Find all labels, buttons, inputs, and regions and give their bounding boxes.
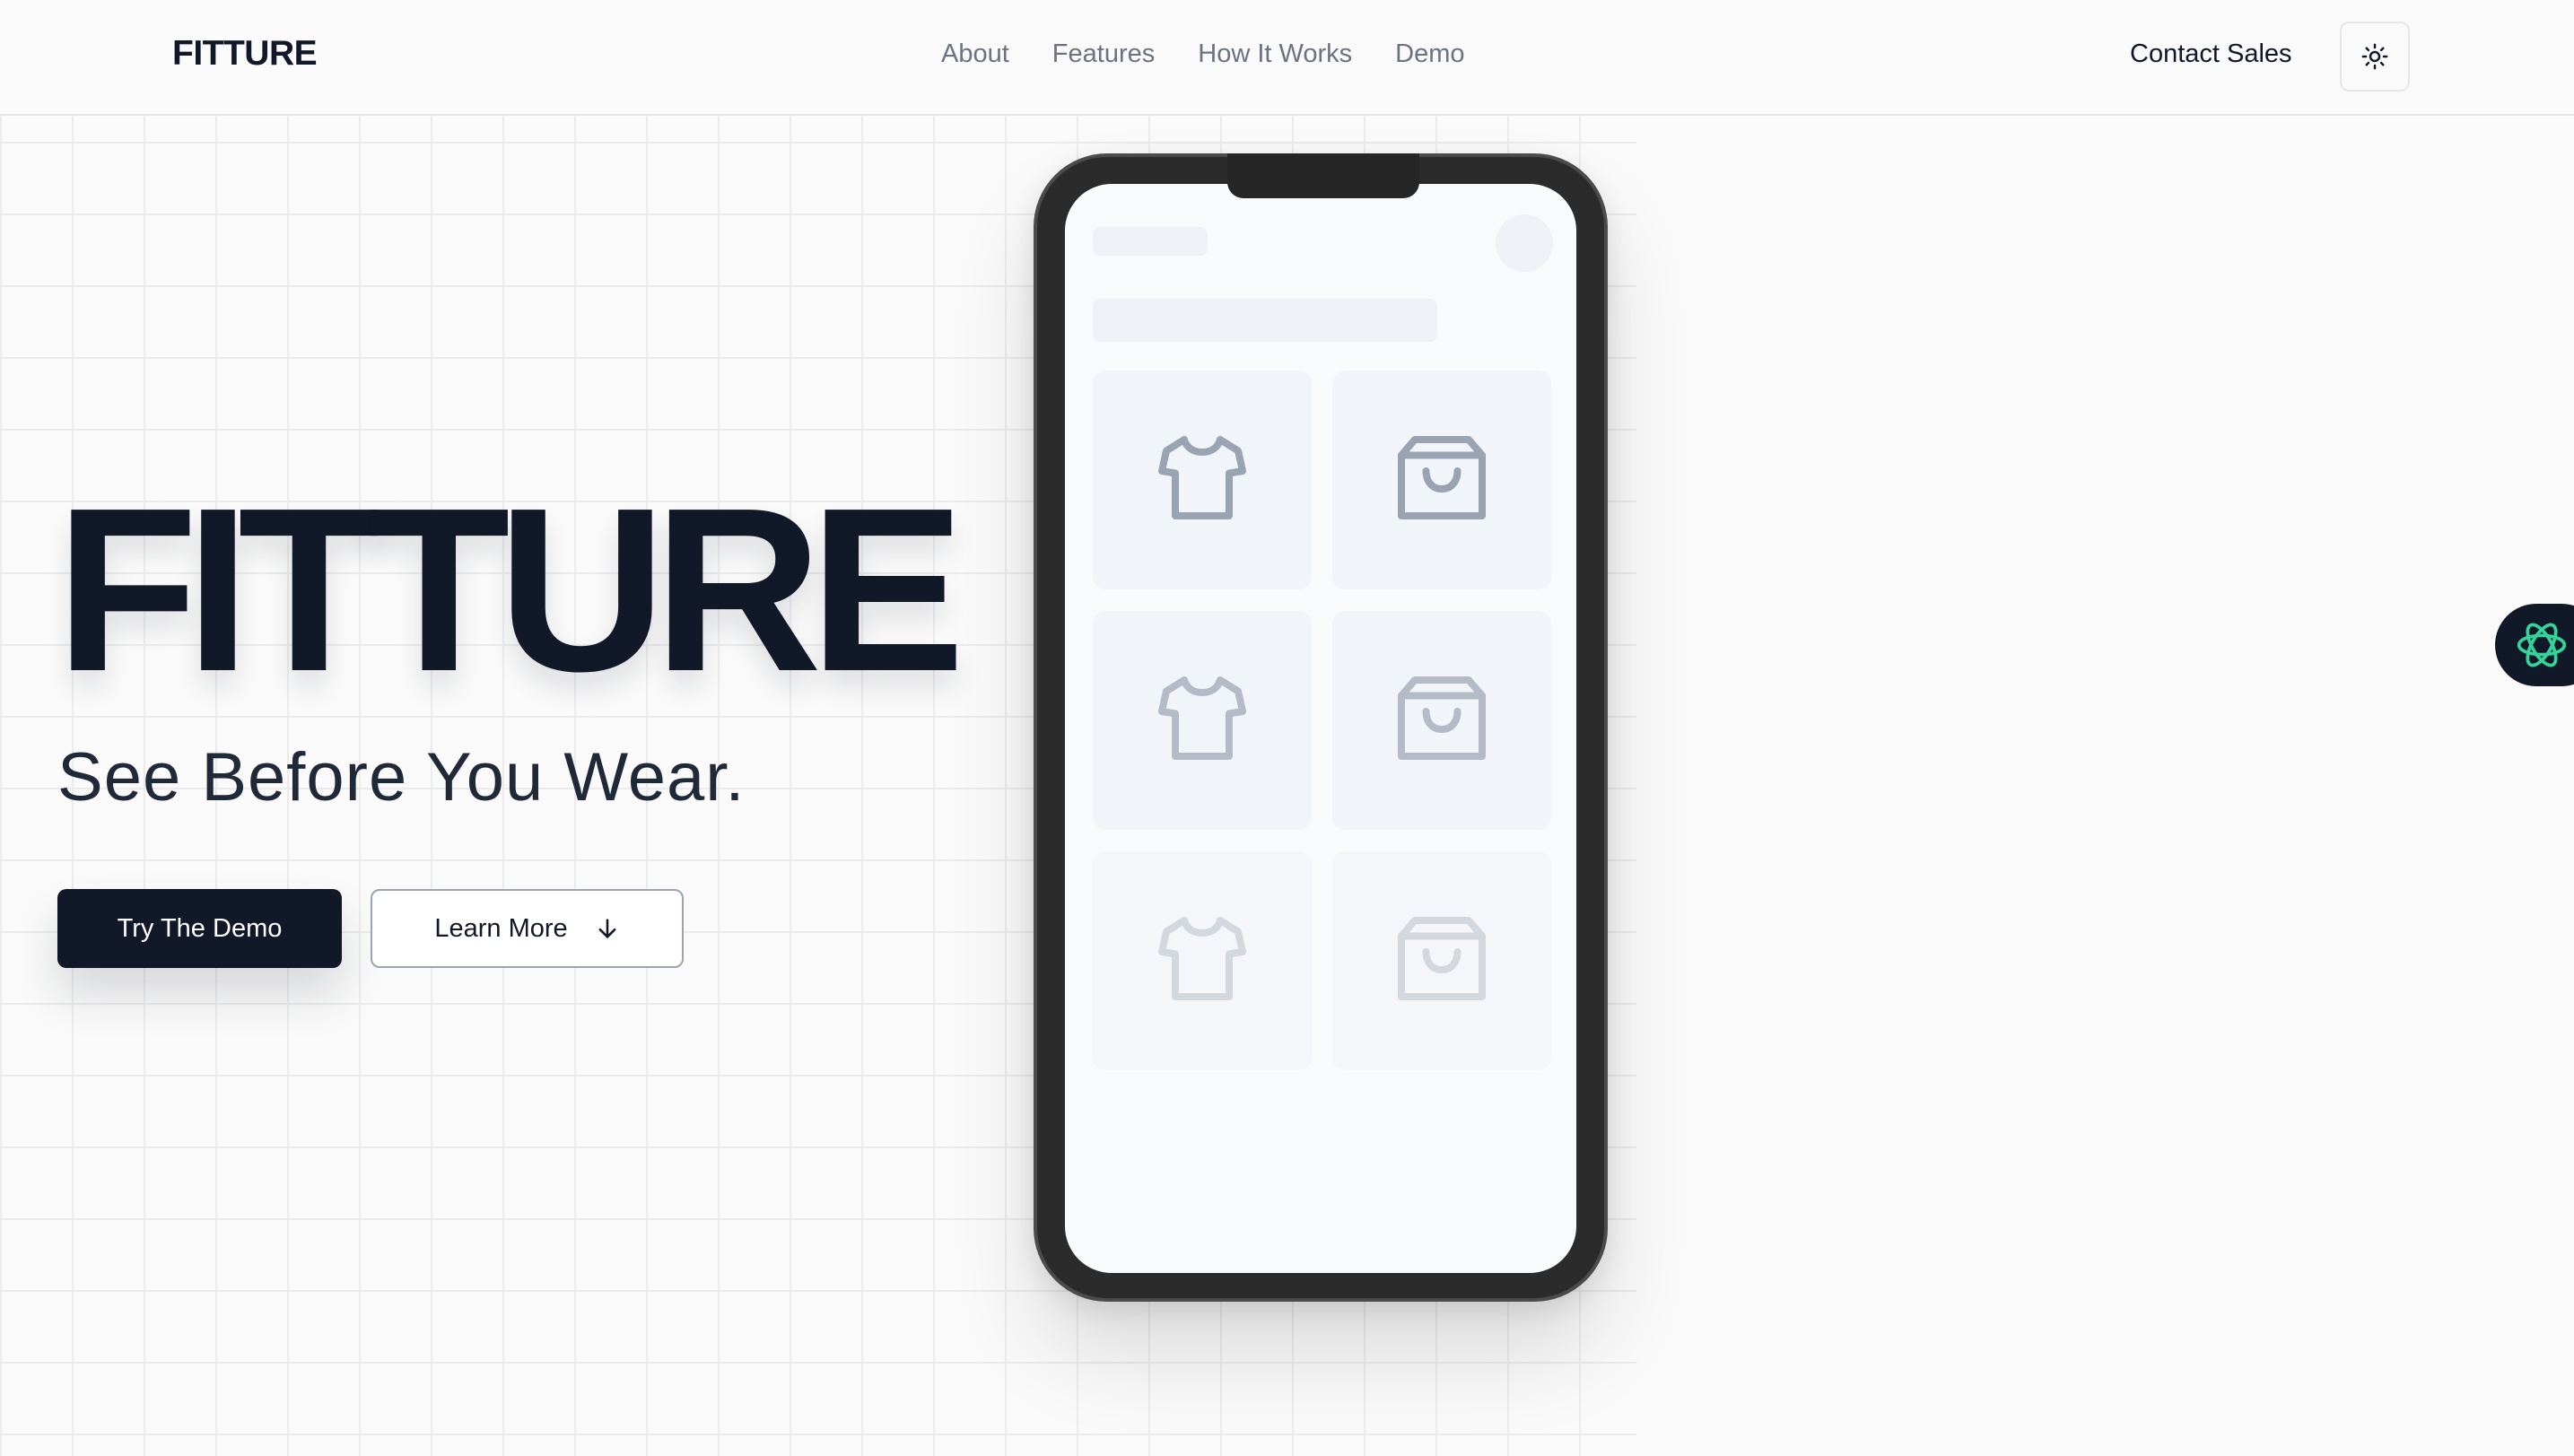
shopping-bag-icon <box>1398 676 1486 760</box>
nav-link-how-it-works[interactable]: How It Works <box>1198 39 1352 69</box>
skeleton-avatar <box>1496 214 1553 272</box>
shirt-icon <box>1158 917 1246 1000</box>
phone-mockup <box>1034 153 1608 1302</box>
shopping-bag-icon <box>1398 917 1486 1000</box>
learn-more-button[interactable]: Learn More <box>371 889 684 968</box>
product-tile[interactable] <box>1093 851 1312 1070</box>
skeleton-search-bar <box>1093 299 1437 342</box>
phone-notch <box>1227 153 1419 198</box>
contact-sales-link[interactable]: Contact Sales <box>2130 39 2292 69</box>
phone-screen <box>1065 184 1576 1273</box>
top-navbar: FITTURE About Features How It Works Demo… <box>0 0 2574 116</box>
product-tile[interactable] <box>1332 371 1551 589</box>
sun-icon <box>2361 43 2388 70</box>
shopping-bag-icon <box>1398 436 1486 519</box>
arrow-down-icon <box>598 919 616 938</box>
try-demo-label: Try The Demo <box>117 913 283 943</box>
product-tile[interactable] <box>1332 611 1551 830</box>
assistant-widget-button[interactable] <box>2495 604 2574 686</box>
nav-link-about[interactable]: About <box>941 39 1009 69</box>
skeleton-title <box>1093 227 1208 256</box>
brand-logo[interactable]: FITTURE <box>172 34 318 74</box>
theme-toggle-button[interactable] <box>2340 22 2410 92</box>
product-tile[interactable] <box>1332 851 1551 1070</box>
nav-link-demo[interactable]: Demo <box>1395 39 1464 69</box>
learn-more-label: Learn More <box>434 913 568 943</box>
product-tile[interactable] <box>1093 611 1312 830</box>
assistant-icon <box>2517 623 2567 667</box>
shirt-icon <box>1158 676 1246 760</box>
hero-subtitle: See Before You Wear. <box>57 739 746 815</box>
product-tile[interactable] <box>1093 371 1312 589</box>
hero-title: FITTURE <box>56 460 965 720</box>
main-nav: About Features How It Works Demo <box>941 39 1465 69</box>
try-demo-button[interactable]: Try The Demo <box>57 889 342 968</box>
nav-link-features[interactable]: Features <box>1052 39 1155 69</box>
shirt-icon <box>1158 436 1246 519</box>
